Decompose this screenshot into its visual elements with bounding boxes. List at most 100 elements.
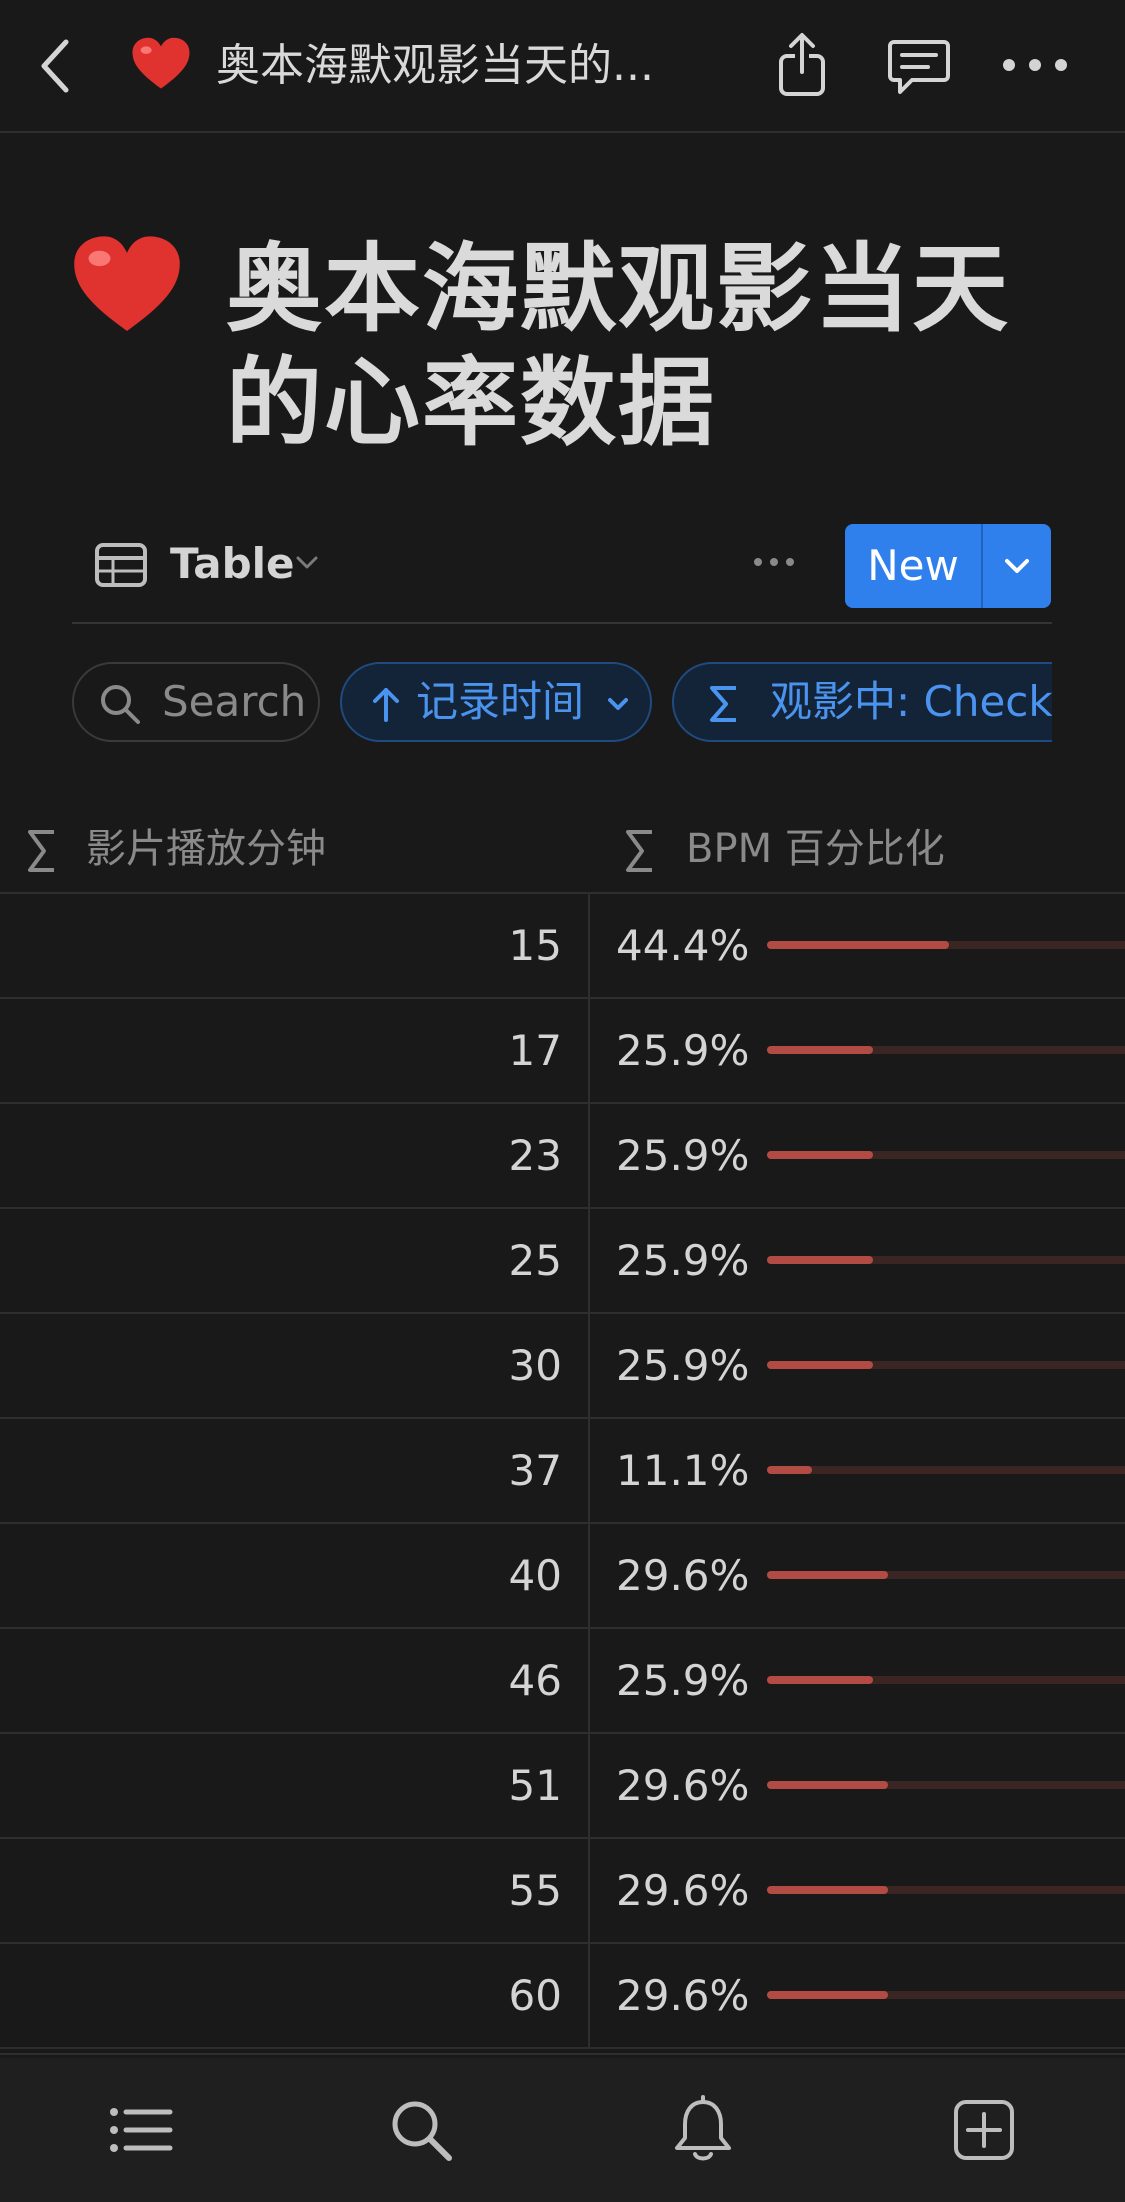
progress-bar-fill [767, 1571, 888, 1579]
new-button[interactable]: New [845, 524, 981, 608]
progress-bar-fill [767, 1466, 812, 1474]
chevron-down-icon [608, 698, 628, 710]
table-body: 15 44.4% 17 25.9% 23 25.9% 25 25.9% 30 25.9% 37 11.… [0, 894, 1125, 2049]
table-row[interactable]: 25 25.9% [0, 1209, 1125, 1314]
bpm-percent-cell[interactable]: 25.9% [616, 999, 749, 1102]
progress-bar [767, 1466, 1125, 1474]
table-view-icon [95, 543, 147, 587]
progress-bar [767, 1991, 1125, 1999]
list-icon[interactable] [104, 2094, 176, 2166]
table-row[interactable]: 46 25.9% [0, 1629, 1125, 1734]
minute-cell[interactable]: 15 [0, 894, 562, 997]
minute-cell[interactable]: 23 [0, 1104, 562, 1207]
progress-bar-fill [767, 1781, 888, 1789]
column-header-minutes[interactable]: 影片播放分钟 [86, 822, 326, 876]
progress-bar [767, 1256, 1125, 1264]
view-toolbar: Table New [72, 520, 1052, 624]
progress-bar [767, 1361, 1125, 1369]
minute-cell[interactable]: 51 [0, 1734, 562, 1837]
share-icon[interactable] [767, 30, 837, 100]
arrow-up-icon [373, 688, 399, 722]
back-icon[interactable] [36, 36, 76, 96]
minute-cell[interactable]: 55 [0, 1839, 562, 1942]
progress-bar-fill [767, 1256, 873, 1264]
page-emoji-icon[interactable] [72, 232, 182, 342]
column-divider [588, 1104, 590, 1209]
progress-bar [767, 1676, 1125, 1684]
new-button-group: New [845, 524, 1051, 608]
table-row[interactable]: 40 29.6% [0, 1524, 1125, 1629]
table-row[interactable]: 51 29.6% [0, 1734, 1125, 1839]
progress-bar-fill [767, 1361, 873, 1369]
new-dropdown-chevron-icon[interactable] [983, 524, 1051, 608]
bottom-divider [0, 2053, 1125, 2055]
progress-bar [767, 1046, 1125, 1054]
progress-bar-fill [767, 1151, 873, 1159]
bpm-percent-cell[interactable]: 11.1% [616, 1419, 749, 1522]
table-row[interactable]: 23 25.9% [0, 1104, 1125, 1209]
table-row[interactable]: 30 25.9% [0, 1314, 1125, 1419]
progress-bar-fill [767, 1676, 873, 1684]
column-divider [588, 1944, 590, 2049]
table-row[interactable]: 17 25.9% [0, 999, 1125, 1104]
minute-cell[interactable]: 30 [0, 1314, 562, 1417]
column-divider [588, 1839, 590, 1944]
column-header-bpm-percent[interactable]: BPM 百分比化 [686, 822, 945, 876]
bpm-percent-cell[interactable]: 25.9% [616, 1629, 749, 1732]
page-title[interactable]: 奥本海默观影当天的心率数据 [226, 232, 1106, 460]
search-icon[interactable] [385, 2094, 457, 2166]
column-divider [588, 1734, 590, 1839]
page-title-breadcrumb[interactable]: 奥本海默观影当天的... [216, 36, 706, 96]
bpm-percent-cell[interactable]: 29.6% [616, 1734, 749, 1837]
table-row[interactable]: 55 29.6% [0, 1839, 1125, 1944]
top-nav-bar: 奥本海默观影当天的... [0, 0, 1125, 133]
progress-bar-fill [767, 1991, 888, 1999]
progress-bar [767, 1886, 1125, 1894]
progress-bar-fill [767, 1886, 888, 1894]
minute-cell[interactable]: 46 [0, 1629, 562, 1732]
minute-cell[interactable]: 25 [0, 1209, 562, 1312]
search-icon [101, 685, 140, 724]
minute-cell[interactable]: 37 [0, 1419, 562, 1522]
column-divider [588, 1209, 590, 1314]
progress-bar-fill [767, 1046, 873, 1054]
comment-icon[interactable] [884, 30, 954, 100]
table-row[interactable]: 60 29.6% [0, 1944, 1125, 2049]
column-divider [588, 1524, 590, 1629]
bpm-percent-cell[interactable]: 29.6% [616, 1944, 749, 2047]
view-selector[interactable]: Table [170, 538, 295, 590]
bottom-tab-bar [0, 2058, 1125, 2202]
minute-cell[interactable]: 40 [0, 1524, 562, 1627]
sort-chip-label: 记录时间 [416, 677, 585, 726]
sigma-icon [710, 686, 736, 722]
progress-bar [767, 1781, 1125, 1789]
view-more-icon[interactable] [752, 540, 796, 584]
bpm-percent-cell[interactable]: 25.9% [616, 1209, 749, 1312]
table-row[interactable]: 15 44.4% [0, 894, 1125, 999]
bell-icon[interactable] [667, 2094, 739, 2166]
table-row[interactable]: 37 11.1% [0, 1419, 1125, 1524]
minute-cell[interactable]: 60 [0, 1944, 562, 2047]
new-page-icon[interactable] [948, 2094, 1020, 2166]
minute-cell[interactable]: 17 [0, 999, 562, 1102]
filter-chip[interactable]: 观影中: Checke [672, 662, 1052, 742]
progress-bar [767, 941, 1125, 949]
column-divider [588, 894, 590, 999]
column-divider [588, 1314, 590, 1419]
bpm-percent-cell[interactable]: 44.4% [616, 894, 749, 997]
bpm-percent-cell[interactable]: 25.9% [616, 1104, 749, 1207]
more-options-icon[interactable] [1000, 30, 1070, 100]
search-chip-label: Search [162, 677, 307, 726]
sort-chip[interactable]: 记录时间 [340, 662, 652, 742]
bpm-percent-cell[interactable]: 29.6% [616, 1524, 749, 1627]
search-chip[interactable]: Search [72, 662, 320, 742]
bpm-percent-cell[interactable]: 29.6% [616, 1839, 749, 1942]
heart-emoji-icon [132, 37, 190, 89]
filter-chip-label: 观影中: Checke [770, 677, 1052, 726]
progress-bar-fill [767, 941, 949, 949]
bpm-percent-cell[interactable]: 25.9% [616, 1314, 749, 1417]
chevron-down-icon[interactable] [292, 548, 322, 578]
table-header: 影片播放分钟 BPM 百分比化 [0, 808, 1125, 894]
sigma-icon [626, 830, 652, 872]
column-divider [588, 1419, 590, 1524]
